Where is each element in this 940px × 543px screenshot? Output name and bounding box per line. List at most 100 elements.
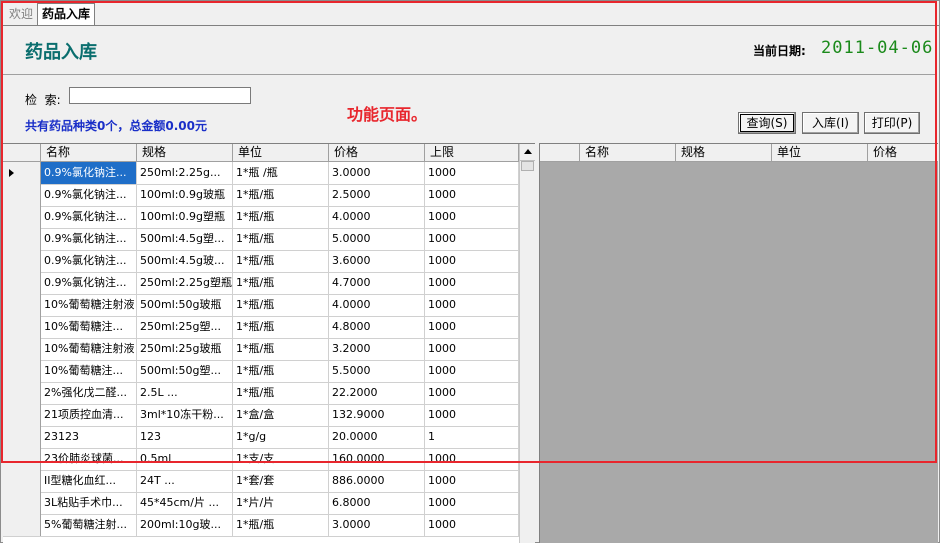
cell-unit[interactable]: 1*瓶/瓶	[233, 184, 329, 206]
cell-limit[interactable]: 1000	[425, 404, 519, 426]
cell-price[interactable]: 160.0000	[329, 448, 425, 470]
table-row[interactable]: 0.9%氯化钠注... 250ml:2.25g塑瓶 1*瓶/瓶 4.7000 1000	[3, 272, 519, 295]
cell-price[interactable]: 5.0000	[329, 228, 425, 250]
cell-unit[interactable]: 1*瓶/瓶	[233, 338, 329, 360]
cell-price[interactable]: 22.2000	[329, 382, 425, 404]
cell-price[interactable]: 3.0000	[329, 162, 425, 184]
table-row[interactable]: 10%葡萄糖注... 500ml:50g塑... 1*瓶/瓶 5.5000 1000	[3, 360, 519, 383]
cell-limit[interactable]: 1000	[425, 294, 519, 316]
row-header[interactable]	[3, 426, 41, 448]
table-row[interactable]: 21项质控血清... 3ml*10冻干粉... 1*盒/盒 132.9000 1000	[3, 404, 519, 427]
selected-items-grid[interactable]: 名称 规格 单位 价格	[539, 143, 938, 543]
cell-name[interactable]: 10%葡萄糖注射液	[41, 294, 137, 316]
cell-name[interactable]: 3L粘贴手术巾...	[41, 492, 137, 514]
cell-price[interactable]: 4.7000	[329, 272, 425, 294]
scroll-up-arrow-icon[interactable]	[520, 144, 535, 161]
cell-spec[interactable]: 250ml:25g玻瓶	[137, 338, 233, 360]
row-header[interactable]	[3, 338, 41, 360]
tab-welcome[interactable]: 欢迎	[5, 4, 37, 24]
cell-price[interactable]: 4.8000	[329, 316, 425, 338]
row-header[interactable]	[3, 404, 41, 426]
table-row[interactable]: 10%葡萄糖注射液 250ml:25g玻瓶 1*瓶/瓶 3.2000 1000	[3, 338, 519, 361]
cell-name[interactable]: 0.9%氯化钠注...	[41, 250, 137, 272]
cell-name[interactable]: 0.9%氯化钠注...	[41, 206, 137, 228]
cell-name[interactable]: 0.9%氯化钠注...	[41, 272, 137, 294]
row-header[interactable]	[3, 184, 41, 206]
cell-price[interactable]: 4.0000	[329, 294, 425, 316]
column-header-spec[interactable]: 规格	[137, 144, 233, 161]
cell-name[interactable]: 0.9%氯化钠注...	[41, 228, 137, 250]
table-row[interactable]: II型糖化血红... 24T ... 1*套/套 886.0000 1000	[3, 470, 519, 493]
query-button[interactable]: 查询(S)	[738, 112, 796, 134]
row-header[interactable]	[3, 250, 41, 272]
cell-spec[interactable]: 500ml:4.5g塑...	[137, 228, 233, 250]
cell-limit[interactable]: 1000	[425, 492, 519, 514]
row-header[interactable]	[3, 162, 41, 184]
cell-unit[interactable]: 1*g/g	[233, 426, 329, 448]
cell-spec[interactable]: 500ml:50g玻瓶	[137, 294, 233, 316]
cell-price[interactable]: 20.0000	[329, 426, 425, 448]
cell-limit[interactable]: 1000	[425, 162, 519, 184]
cell-spec[interactable]: 0.5ml	[137, 448, 233, 470]
cell-unit[interactable]: 1*瓶/瓶	[233, 250, 329, 272]
selected-column-header-price[interactable]: 价格	[868, 144, 938, 161]
row-header[interactable]	[3, 316, 41, 338]
row-header[interactable]	[3, 514, 41, 536]
table-row[interactable]: 0.9%氯化钠注... 500ml:4.5g塑... 1*瓶/瓶 5.0000 1000	[3, 228, 519, 251]
cell-spec[interactable]: 250ml:2.25g...	[137, 162, 233, 184]
cell-name[interactable]: 10%葡萄糖注射液	[41, 338, 137, 360]
cell-spec[interactable]: 45*45cm/片 ...	[137, 492, 233, 514]
row-header[interactable]	[3, 382, 41, 404]
cell-unit[interactable]: 1*片/片	[233, 492, 329, 514]
cell-price[interactable]: 4.0000	[329, 206, 425, 228]
cell-price[interactable]: 3.2000	[329, 338, 425, 360]
cell-unit[interactable]: 1*套/套	[233, 470, 329, 492]
cell-price[interactable]: 132.9000	[329, 404, 425, 426]
table-row[interactable]: 5%葡萄糖注射... 200ml:10g玻... 1*瓶/瓶 3.0000 1000	[3, 514, 519, 537]
cell-spec[interactable]: 3ml*10冻干粉...	[137, 404, 233, 426]
cell-price[interactable]: 6.8000	[329, 492, 425, 514]
row-header[interactable]	[3, 228, 41, 250]
row-header[interactable]	[3, 360, 41, 382]
cell-spec[interactable]: 250ml:25g塑...	[137, 316, 233, 338]
cell-limit[interactable]: 1000	[425, 184, 519, 206]
search-input[interactable]	[69, 87, 251, 104]
table-row[interactable]: 0.9%氯化钠注... 250ml:2.25g... 1*瓶 /瓶 3.0000 100…	[3, 162, 519, 185]
row-header[interactable]	[3, 294, 41, 316]
cell-unit[interactable]: 1*支/支	[233, 448, 329, 470]
table-row[interactable]: 23123 123 1*g/g 20.0000 1	[3, 426, 519, 449]
cell-price[interactable]: 2.5000	[329, 184, 425, 206]
cell-limit[interactable]: 1000	[425, 206, 519, 228]
column-header-name[interactable]: 名称	[41, 144, 137, 161]
cell-limit[interactable]: 1000	[425, 338, 519, 360]
cell-name[interactable]: 0.9%氯化钠注...	[41, 184, 137, 206]
cell-unit[interactable]: 1*瓶 /瓶	[233, 162, 329, 184]
cell-name[interactable]: 2%强化戊二醛...	[41, 382, 137, 404]
cell-name[interactable]: 10%葡萄糖注...	[41, 316, 137, 338]
column-header-unit[interactable]: 单位	[233, 144, 329, 161]
row-header[interactable]	[3, 448, 41, 470]
tab-drug-stock-in[interactable]: 药品入库	[37, 3, 96, 25]
table-row[interactable]: 10%葡萄糖注射液 500ml:50g玻瓶 1*瓶/瓶 4.0000 1000	[3, 294, 519, 317]
column-header-price[interactable]: 价格	[329, 144, 425, 161]
cell-unit[interactable]: 1*瓶/瓶	[233, 272, 329, 294]
cell-spec[interactable]: 24T ...	[137, 470, 233, 492]
cell-unit[interactable]: 1*瓶/瓶	[233, 294, 329, 316]
cell-unit[interactable]: 1*瓶/瓶	[233, 228, 329, 250]
scroll-thumb[interactable]	[521, 161, 534, 171]
cell-spec[interactable]: 500ml:4.5g玻...	[137, 250, 233, 272]
cell-spec[interactable]: 250ml:2.25g塑瓶	[137, 272, 233, 294]
cell-name[interactable]: II型糖化血红...	[41, 470, 137, 492]
cell-unit[interactable]: 1*盒/盒	[233, 404, 329, 426]
cell-spec[interactable]: 200ml:10g玻...	[137, 514, 233, 536]
cell-price[interactable]: 3.0000	[329, 514, 425, 536]
selected-column-header-spec[interactable]: 规格	[676, 144, 772, 161]
cell-limit[interactable]: 1000	[425, 470, 519, 492]
table-row[interactable]: 23价肺炎球菌... 0.5ml 1*支/支 160.0000 1000	[3, 448, 519, 471]
cell-price[interactable]: 5.5000	[329, 360, 425, 382]
cell-unit[interactable]: 1*瓶/瓶	[233, 206, 329, 228]
print-button[interactable]: 打印(P)	[864, 112, 920, 134]
cell-name[interactable]: 5%葡萄糖注射...	[41, 514, 137, 536]
table-row[interactable]: 0.9%氯化钠注... 500ml:4.5g玻... 1*瓶/瓶 3.6000 1000	[3, 250, 519, 273]
cell-limit[interactable]: 1000	[425, 272, 519, 294]
